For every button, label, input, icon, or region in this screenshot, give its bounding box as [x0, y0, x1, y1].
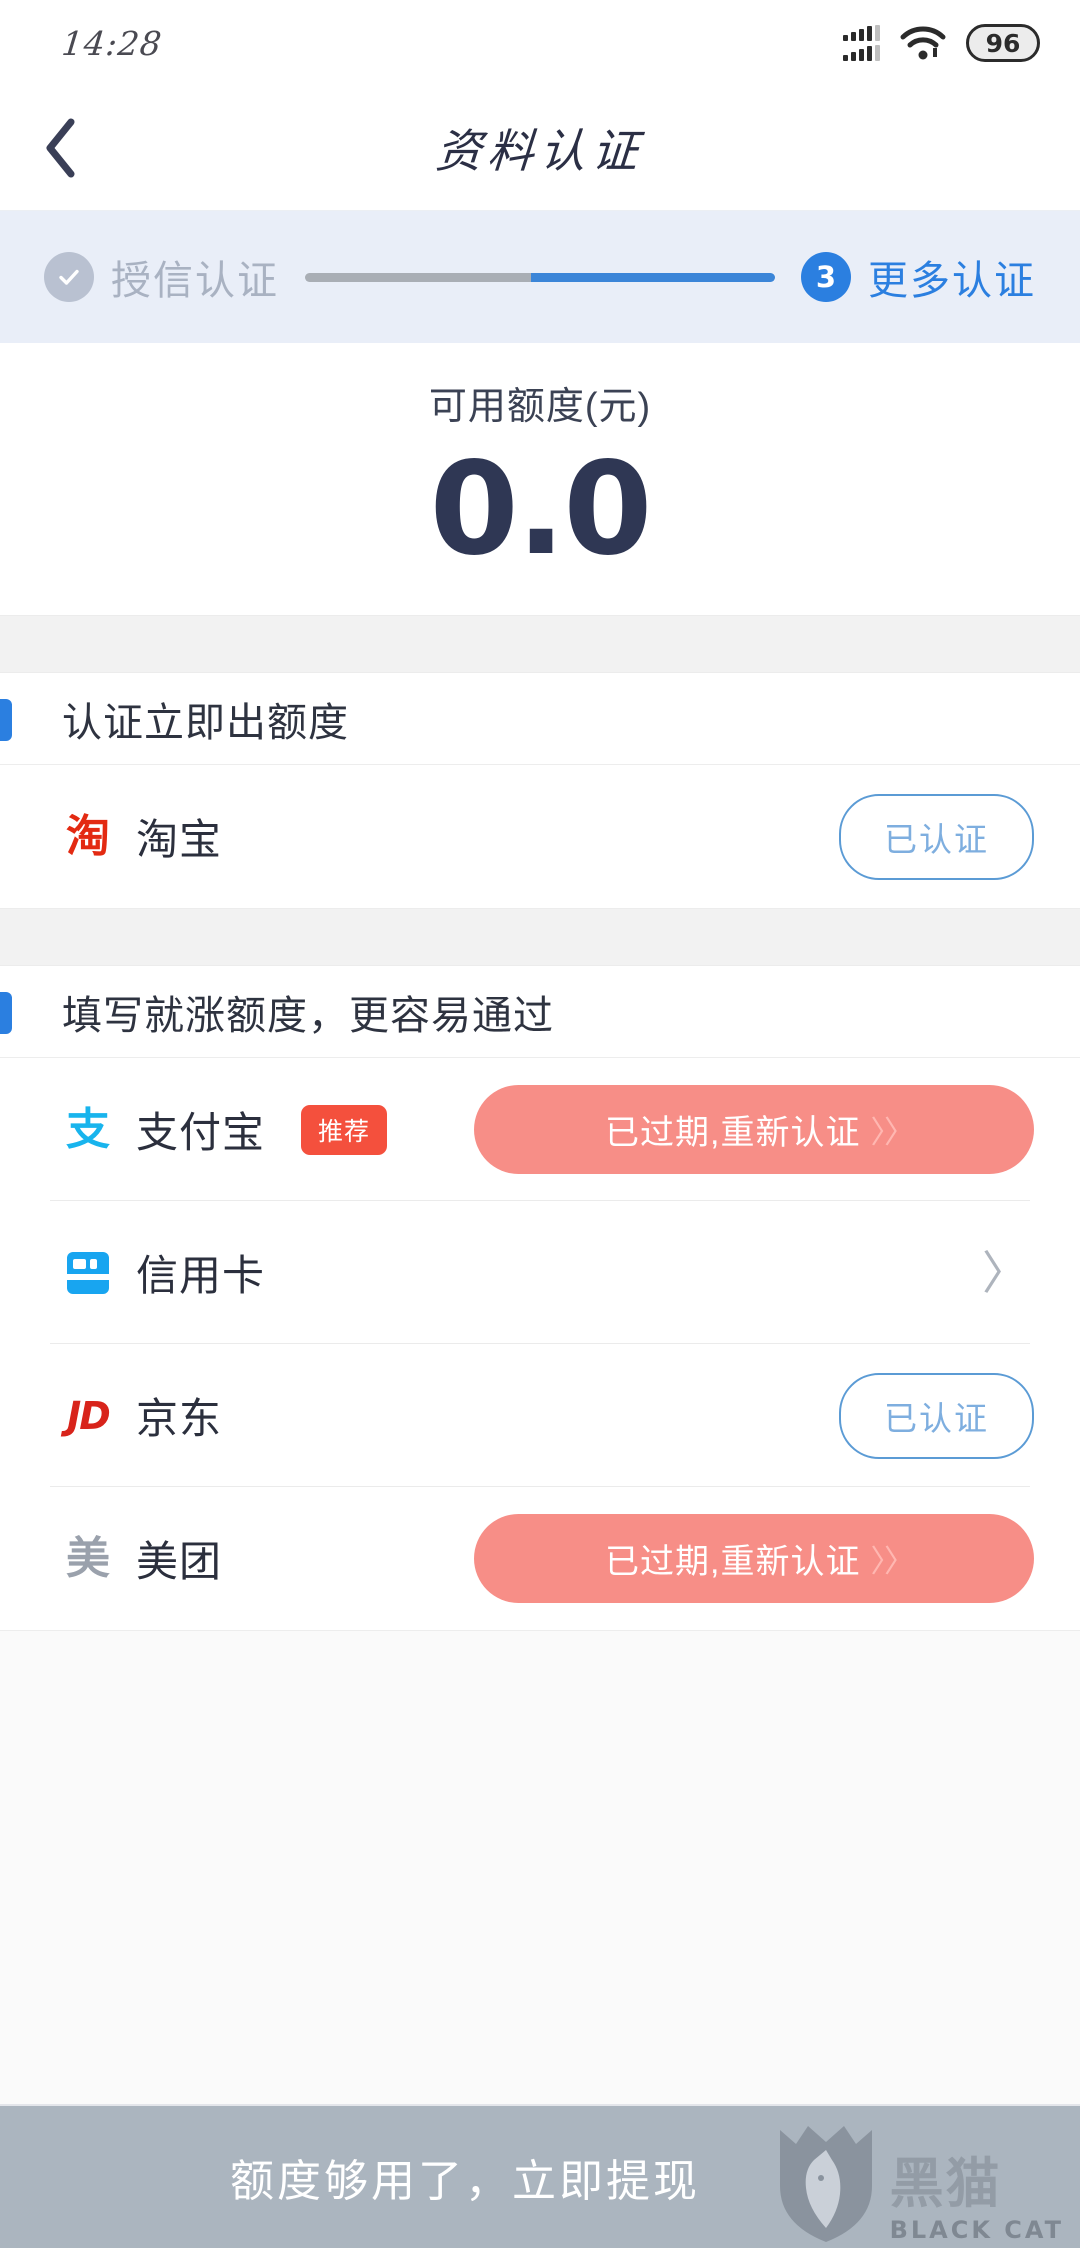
page-title: 资料认证 [433, 124, 646, 178]
battery-level: 96 [985, 28, 1021, 58]
page-filler [0, 1630, 1080, 2104]
recommended-badge: 推荐 [301, 1104, 388, 1155]
reverify-button[interactable]: 已过期,重新认证 〉〉 [474, 1085, 1034, 1174]
reverify-label: 已过期,重新认证 [605, 1543, 861, 1581]
step-number-badge: 3 [801, 252, 851, 302]
list-item-jd[interactable]: JD 京东 已认证 [0, 1344, 1080, 1487]
double-chevron-icon: 〉〉 [870, 1544, 914, 1579]
list-item-credit-card[interactable]: 信用卡 〉 [0, 1201, 1080, 1344]
section-accent-bar-2 [0, 992, 12, 1034]
step-line-inactive [305, 272, 531, 282]
verified-button[interactable]: 已认证 [839, 1372, 1034, 1459]
section-accent-bar [0, 699, 12, 741]
withdraw-cta-label: 额度够用了，立即提现 [230, 2157, 700, 2206]
signal-bars-icon [843, 25, 880, 61]
step-label-current: 更多认证 [868, 259, 1036, 303]
list-item-taobao[interactable]: 淘 淘宝 已认证 [0, 765, 1080, 908]
meituan-icon: 美 [66, 1533, 110, 1583]
credit-value: 0.0 [429, 435, 653, 584]
list-item-alipay[interactable]: 支 支付宝 推荐 已过期,重新认证 〉〉 [0, 1058, 1080, 1201]
row-left: 支 支付宝 推荐 [62, 1099, 474, 1160]
step-progress-line [305, 272, 775, 282]
watermark-en: BLACK CAT [889, 2216, 1064, 2244]
watermark: 黑猫 BLACK CAT [774, 2116, 1064, 2244]
phone-screen: 14:28 96 资料认证 授信认证 3 更多认证 可用额度(元) 0.0 认证… [0, 0, 1080, 2248]
row-left: 淘 淘宝 [62, 806, 839, 867]
row-label: 淘宝 [136, 816, 223, 863]
verified-button[interactable]: 已认证 [839, 793, 1034, 880]
section-title-2: 填写就涨额度，更容易通过 [62, 993, 554, 1038]
battery-indicator: 96 [966, 24, 1040, 62]
row-label: 信用卡 [136, 1252, 266, 1299]
jd-icon: JD [67, 1393, 111, 1438]
row-label: 支付宝 [136, 1109, 266, 1156]
credit-summary: 可用额度(元) 0.0 [0, 343, 1080, 615]
wifi-icon [900, 26, 946, 60]
step-line-active [530, 272, 775, 282]
section-immediate-credit: 认证立即出额度 淘 淘宝 已认证 [0, 673, 1080, 908]
section-gap-2 [0, 908, 1080, 966]
bottom-action-bar[interactable]: 额度够用了，立即提现 黑猫 BLACK CAT [0, 2104, 1080, 2248]
reverify-button[interactable]: 已过期,重新认证 〉〉 [474, 1514, 1034, 1603]
nav-bar: 资料认证 [0, 86, 1080, 211]
watermark-text: 黑猫 BLACK CAT [890, 2157, 1064, 2244]
chevron-right-icon[interactable]: 〉 [982, 1250, 1034, 1296]
status-bar: 14:28 96 [0, 0, 1080, 86]
row-label: 美团 [136, 1538, 223, 1585]
credit-card-icon [62, 1247, 114, 1299]
row-label: 京东 [136, 1395, 223, 1442]
section-gap [0, 615, 1080, 673]
section-header: 认证立即出额度 [0, 673, 1080, 765]
check-icon [44, 252, 94, 302]
status-clock: 14:28 [59, 23, 165, 63]
alipay-icon: 支 [66, 1104, 110, 1154]
credit-label: 可用额度(元) [428, 386, 652, 428]
row-left: 美 美团 [62, 1528, 474, 1589]
section-header-2: 填写就涨额度，更容易通过 [0, 966, 1080, 1058]
reverify-label: 已过期,重新认证 [605, 1114, 861, 1152]
row-left: JD 京东 [62, 1385, 839, 1446]
black-cat-shield-icon [779, 2126, 872, 2242]
watermark-cn: 黑猫 [889, 2154, 1002, 2214]
row-left: 信用卡 [62, 1242, 982, 1303]
step-progress: 授信认证 3 更多认证 [0, 211, 1080, 343]
section-title: 认证立即出额度 [62, 700, 349, 745]
step-item-completed[interactable]: 授信认证 [44, 248, 279, 306]
double-chevron-icon: 〉〉 [870, 1115, 914, 1150]
step-number: 3 [815, 260, 837, 294]
status-icons: 96 [843, 24, 1040, 62]
step-item-current[interactable]: 3 更多认证 [801, 248, 1036, 306]
section-boost-credit: 填写就涨额度，更容易通过 支 支付宝 推荐 已过期,重新认证 〉〉 信用卡 〉 … [0, 966, 1080, 1630]
taobao-icon: 淘 [66, 811, 110, 861]
step-label-completed: 授信认证 [111, 259, 279, 303]
list-item-meituan[interactable]: 美 美团 已过期,重新认证 〉〉 [0, 1487, 1080, 1630]
